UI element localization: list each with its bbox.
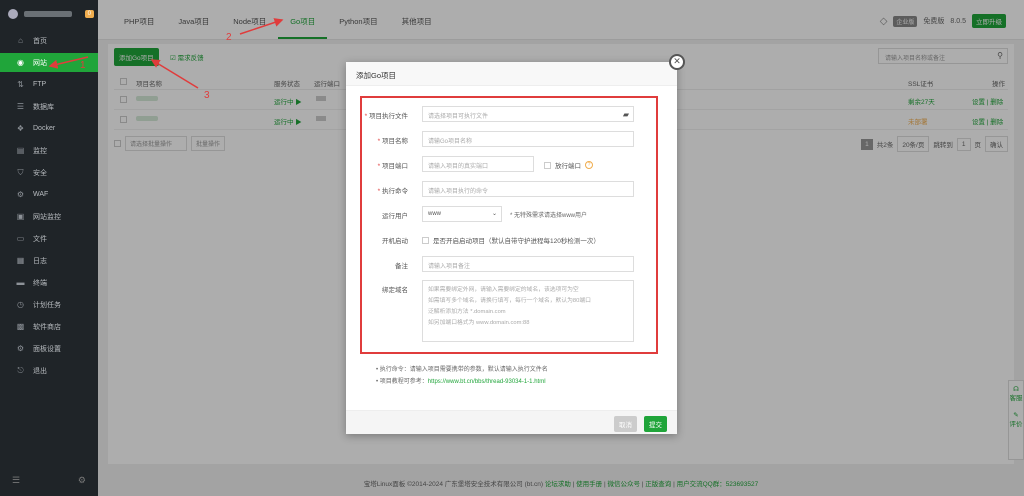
annotation-arrows xyxy=(48,18,284,89)
arrow-to-add-button xyxy=(150,59,199,89)
arrow-to-go-tab xyxy=(239,18,284,35)
annotation-2: 2 xyxy=(226,32,232,43)
annotation-1: 1 xyxy=(80,60,86,71)
annotation-3: 3 xyxy=(204,90,210,101)
